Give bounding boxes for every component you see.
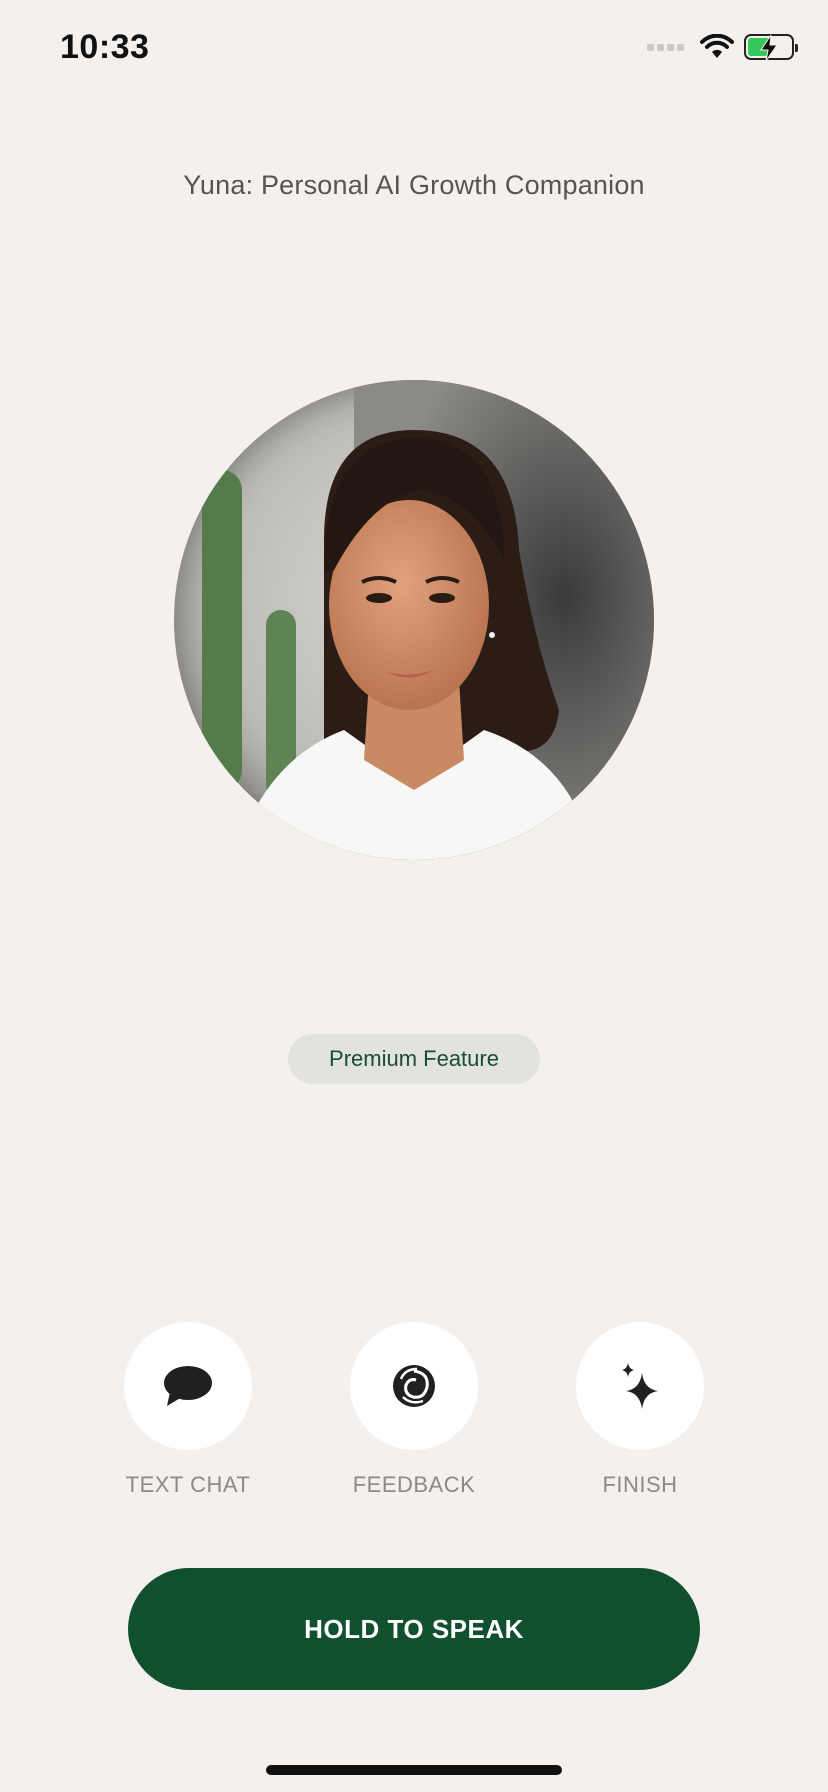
feedback-button[interactable]: FEEDBACK [350,1322,478,1497]
page-title: Yuna: Personal AI Growth Companion [183,170,645,200]
cellular-signal-icon [647,43,684,51]
text-chat-circle[interactable] [124,1322,252,1450]
text-chat-label: TEXT CHAT [125,1472,251,1497]
text-chat-button[interactable]: TEXT CHAT [124,1322,252,1497]
wifi-icon [700,34,734,58]
voice-session-screen: 10:33 Yuna: Personal AI Growth Companion [0,0,828,1792]
chat-bubble-icon [164,1366,212,1406]
swirl-icon [393,1365,435,1407]
finish-button[interactable]: FINISH [576,1322,704,1497]
sparkle-icon [622,1363,658,1409]
finish-label: FINISH [602,1472,678,1497]
feedback-circle[interactable] [350,1322,478,1450]
status-time: 10:33 [60,28,150,66]
avatar [174,380,654,860]
finish-circle[interactable] [576,1322,704,1450]
battery-charging-icon [744,34,798,62]
hold-to-speak-button[interactable]: HOLD TO SPEAK [128,1568,700,1690]
status-icons [647,34,798,62]
premium-feature-badge: Premium Feature [288,1034,540,1084]
home-indicator[interactable] [266,1765,562,1775]
feedback-label: FEEDBACK [352,1472,476,1497]
